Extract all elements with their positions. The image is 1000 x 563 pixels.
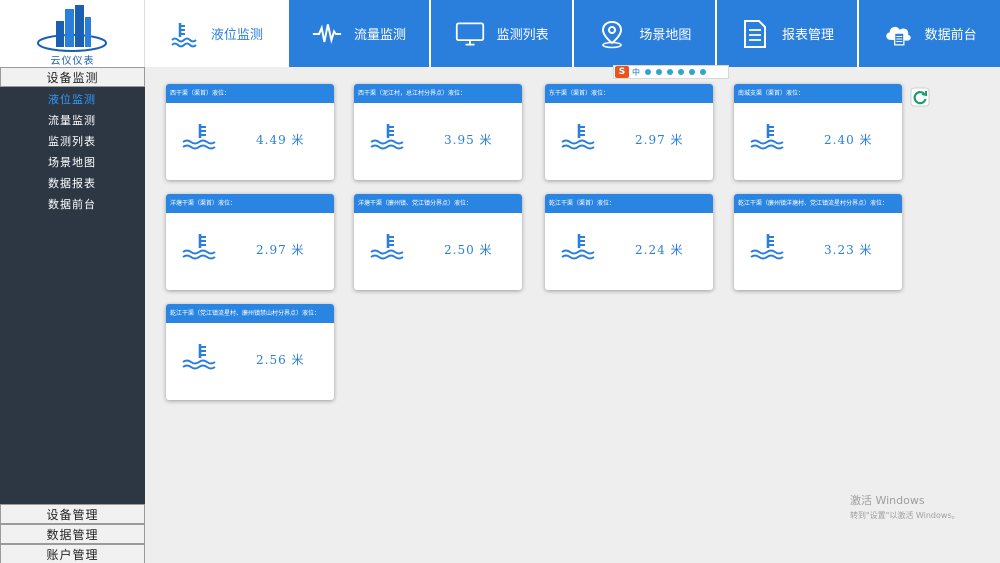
level-card[interactable]: 乾江干渠（廉州镇洋塘村、党江镇流星村分界点）液位： 3.23 米 bbox=[734, 194, 902, 290]
pulse-icon bbox=[312, 19, 342, 49]
monitor-icon bbox=[455, 19, 485, 49]
level-card[interactable]: 乾江干渠（渠首）液位： 2.24 米 bbox=[545, 194, 713, 290]
card-level-value: 2.97 米 bbox=[635, 133, 684, 147]
tab-monitor-list[interactable]: 监测列表 bbox=[431, 0, 572, 67]
water-level-icon bbox=[368, 232, 408, 264]
tab-label: 数据前台 bbox=[924, 28, 977, 43]
water-level-icon bbox=[368, 122, 408, 154]
sidebar-item-data-front[interactable]: 数据前台 bbox=[0, 194, 145, 215]
card-title: 西干渠（渠首）液位： bbox=[166, 84, 334, 103]
top-nav: 液位监测 流量监测 监测列表 场景地图 报表管理 数据前台 bbox=[145, 0, 1000, 67]
card-level-value: 2.97 米 bbox=[256, 243, 305, 257]
skin-icon[interactable] bbox=[689, 69, 695, 75]
tab-label: 场景地图 bbox=[639, 28, 692, 43]
water-level-icon bbox=[748, 232, 788, 264]
water-level-icon bbox=[169, 19, 199, 49]
water-level-icon bbox=[559, 122, 599, 154]
level-card[interactable]: 南城支渠（渠首）液位： 2.40 米 bbox=[734, 84, 902, 180]
logo-text: 云仪仪表 bbox=[50, 56, 95, 67]
card-level-value: 3.23 米 bbox=[824, 243, 873, 257]
water-level-icon bbox=[180, 342, 220, 374]
water-level-icon bbox=[559, 232, 599, 264]
tab-flow[interactable]: 流量监测 bbox=[288, 0, 430, 67]
level-card[interactable]: 西干渠（泥江村，总江村分界点）液位： 3.95 米 bbox=[354, 84, 522, 180]
sidebar-menu: 液位监测 流量监测 监测列表 场景地图 数据报表 数据前台 bbox=[0, 87, 145, 215]
tab-label: 流量监测 bbox=[353, 28, 406, 43]
watermark-subtitle: 转到"设置"以激活 Windows。 bbox=[850, 511, 960, 520]
card-title: 西干渠（泥江村，总江村分界点）液位： bbox=[354, 84, 522, 103]
sidebar-section-device-monitoring[interactable]: 设备监测 bbox=[0, 67, 145, 87]
sidebar-item-flow[interactable]: 流量监测 bbox=[0, 110, 145, 131]
sidebar-section-data-management[interactable]: 数据管理 bbox=[0, 524, 145, 544]
water-level-icon bbox=[748, 122, 788, 154]
card-level-value: 2.24 米 bbox=[635, 243, 684, 257]
water-level-icon bbox=[180, 122, 220, 154]
tab-label: 液位监测 bbox=[210, 28, 263, 43]
card-title: 洋塘干渠（廉州镇、党江镇分界点）液位： bbox=[354, 194, 522, 213]
main-content: 西干渠（渠首）液位： 4.49 米 西干渠（泥江村，总江村分界点）液位： 3.95 米… bbox=[145, 67, 1000, 563]
card-title: 乾江干渠（党江镇流星村、廉州镇禁山村分界点）液位： bbox=[166, 304, 334, 323]
microphone-icon[interactable] bbox=[667, 69, 673, 75]
level-card[interactable]: 东干渠（渠首）液位： 2.97 米 bbox=[545, 84, 713, 180]
sidebar: 设备监测 液位监测 流量监测 监测列表 场景地图 数据报表 数据前台 设备管理 … bbox=[0, 67, 145, 563]
sidebar-item-monitor-list[interactable]: 监测列表 bbox=[0, 131, 145, 152]
emoji-icon[interactable] bbox=[656, 69, 662, 75]
ime-mode[interactable]: 中 bbox=[632, 67, 640, 78]
card-level-value: 2.50 米 bbox=[444, 243, 493, 257]
card-level-value: 2.40 米 bbox=[824, 133, 873, 147]
level-card[interactable]: 洋塘干渠（渠首）液位： 2.97 米 bbox=[166, 194, 334, 290]
tab-data-front[interactable]: 数据前台 bbox=[859, 0, 1000, 67]
card-title: 乾江干渠（渠首）液位： bbox=[545, 194, 713, 213]
app-logo[interactable]: 云仪仪表 bbox=[0, 0, 145, 67]
sidebar-section-account-management[interactable]: 账户管理 bbox=[0, 544, 145, 563]
app-root: 云仪仪表 液位监测 流量监测 监测列表 场景地图 报表管理 数据前台 设备监测 … bbox=[0, 0, 1000, 563]
tab-label: 报表管理 bbox=[781, 28, 834, 43]
punctuation-icon[interactable] bbox=[645, 69, 651, 75]
cloud-data-icon bbox=[883, 19, 913, 49]
sidebar-item-scene-map[interactable]: 场景地图 bbox=[0, 152, 145, 173]
card-title: 洋塘干渠（渠首）液位： bbox=[166, 194, 334, 213]
sidebar-item-water-level[interactable]: 液位监测 bbox=[0, 89, 145, 110]
watermark-title: 激活 Windows bbox=[850, 494, 925, 507]
sidebar-section-device-management[interactable]: 设备管理 bbox=[0, 504, 145, 524]
document-icon bbox=[740, 19, 770, 49]
water-level-icon bbox=[180, 232, 220, 264]
tab-reports[interactable]: 报表管理 bbox=[716, 0, 858, 67]
card-level-value: 3.95 米 bbox=[444, 133, 493, 147]
keyboard-icon[interactable] bbox=[678, 69, 684, 75]
map-pin-icon bbox=[597, 19, 627, 49]
card-title: 乾江干渠（廉州镇洋塘村、党江镇流星村分界点）液位： bbox=[734, 194, 902, 213]
refresh-icon[interactable] bbox=[910, 87, 930, 107]
building-logo-icon bbox=[37, 5, 107, 52]
level-card[interactable]: 乾江干渠（党江镇流星村、廉州镇禁山村分界点）液位： 2.56 米 bbox=[166, 304, 334, 400]
card-level-value: 4.49 米 bbox=[256, 133, 305, 147]
card-title: 东干渠（渠首）液位： bbox=[545, 84, 713, 103]
card-level-value: 2.56 米 bbox=[256, 353, 305, 367]
level-card[interactable]: 西干渠（渠首）液位： 4.49 米 bbox=[166, 84, 334, 180]
toolbox-icon[interactable] bbox=[700, 69, 706, 75]
sidebar-bottom: 设备管理 数据管理 账户管理 bbox=[0, 504, 145, 563]
card-title: 南城支渠（渠首）液位： bbox=[734, 84, 902, 103]
sidebar-item-data-report[interactable]: 数据报表 bbox=[0, 173, 145, 194]
sogou-logo-icon: S bbox=[615, 66, 629, 78]
tab-scene-map[interactable]: 场景地图 bbox=[573, 0, 715, 67]
tab-label: 监测列表 bbox=[496, 28, 549, 43]
ime-toolbar[interactable]: S 中 bbox=[613, 65, 729, 79]
windows-activation-watermark: 激活 Windows 转到"设置"以激活 Windows。 bbox=[850, 492, 960, 521]
level-card[interactable]: 洋塘干渠（廉州镇、党江镇分界点）液位： 2.50 米 bbox=[354, 194, 522, 290]
tab-water-level[interactable]: 液位监测 bbox=[145, 0, 287, 67]
